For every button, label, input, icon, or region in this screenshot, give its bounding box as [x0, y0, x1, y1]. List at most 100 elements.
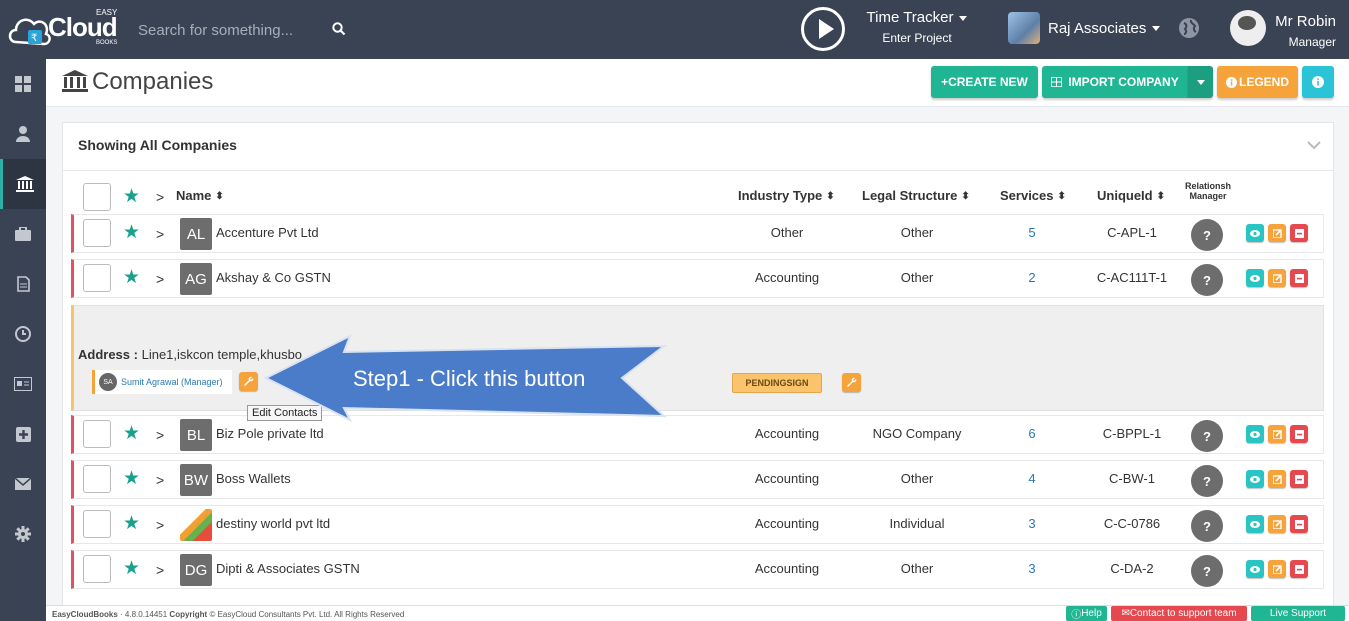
row-checkbox[interactable] — [83, 555, 111, 583]
delete-button[interactable] — [1290, 560, 1308, 578]
row-checkbox[interactable] — [83, 219, 111, 247]
live-support-button[interactable]: Live Support — [1251, 606, 1345, 621]
time-tracker[interactable]: Time Tracker Enter Project — [862, 9, 972, 45]
sidebar-item-billing[interactable] — [0, 359, 46, 409]
services-count[interactable]: 6 — [1002, 426, 1062, 441]
relationship-manager-avatar[interactable]: ? — [1191, 555, 1223, 587]
star-icon[interactable]: ★ — [123, 422, 140, 445]
app-logo[interactable]: ₹ Cloud EASY BOOKS — [8, 4, 126, 54]
search-input[interactable] — [128, 14, 328, 46]
contact-name[interactable]: Sumit Agrawal (Manager) — [121, 377, 223, 387]
sidebar-item-services[interactable] — [0, 209, 46, 259]
edit-button[interactable] — [1268, 224, 1286, 242]
edit-button[interactable] — [1268, 515, 1286, 533]
company-name[interactable]: Boss Wallets — [216, 471, 291, 486]
chevron-right-icon[interactable]: > — [156, 517, 164, 533]
column-header-services[interactable]: Services ⬍ — [1000, 188, 1066, 203]
organization-switcher[interactable]: Raj Associates — [1008, 12, 1161, 44]
panel-header[interactable]: Showing All Companies — [63, 123, 1333, 171]
edit-status-button[interactable] — [842, 373, 861, 392]
delete-button[interactable] — [1290, 224, 1308, 242]
edit-button[interactable] — [1268, 560, 1286, 578]
chevron-right-icon[interactable]: > — [156, 472, 164, 488]
contact-support-button[interactable]: ✉ Contact to support team — [1111, 606, 1247, 621]
view-button[interactable] — [1246, 470, 1264, 488]
import-company-button[interactable]: IMPORT COMPANY — [1042, 66, 1188, 98]
chevron-down-icon — [1196, 79, 1205, 85]
create-new-button[interactable]: +CREATE NEW — [931, 66, 1038, 98]
view-button[interactable] — [1246, 224, 1264, 242]
company-name[interactable]: Biz Pole private ltd — [216, 426, 324, 441]
chevron-right-icon[interactable]: > — [156, 427, 164, 443]
select-all-checkbox[interactable] — [83, 183, 111, 211]
page-title: Companies — [92, 68, 214, 95]
chevron-right-icon[interactable]: > — [156, 271, 164, 287]
column-header-industry[interactable]: Industry Type ⬍ — [738, 188, 835, 203]
relationship-manager-avatar[interactable]: ? — [1191, 420, 1223, 452]
chevron-down-icon[interactable] — [1307, 141, 1321, 150]
company-name[interactable]: Accenture Pvt Ltd — [216, 225, 319, 240]
services-count[interactable]: 5 — [1002, 225, 1062, 240]
company-name[interactable]: destiny world pvt ltd — [216, 516, 330, 531]
sidebar-item-time[interactable] — [0, 309, 46, 359]
edit-button[interactable] — [1268, 470, 1286, 488]
contact-chip[interactable]: SA Sumit Agrawal (Manager) — [92, 370, 232, 394]
company-name[interactable]: Akshay & Co GSTN — [216, 270, 331, 285]
relationship-manager-avatar[interactable]: ? — [1191, 264, 1223, 296]
view-button[interactable] — [1246, 269, 1264, 287]
view-button[interactable] — [1246, 515, 1264, 533]
sidebar-item-settings[interactable] — [0, 509, 46, 559]
star-icon[interactable]: ★ — [123, 557, 140, 580]
view-button[interactable] — [1246, 425, 1264, 443]
view-button[interactable] — [1246, 560, 1264, 578]
column-header-uniqueid[interactable]: UniqueId ⬍ — [1097, 188, 1165, 203]
row-checkbox[interactable] — [83, 420, 111, 448]
sidebar-item-companies[interactable] — [0, 159, 46, 209]
time-tracker-play-button[interactable] — [801, 7, 845, 51]
sidebar-item-dashboard[interactable] — [0, 59, 46, 109]
relationship-manager-avatar[interactable]: ? — [1191, 219, 1223, 251]
relationship-manager-avatar[interactable]: ? — [1191, 510, 1223, 542]
sidebar-item-users[interactable] — [0, 109, 46, 159]
search-icon[interactable] — [332, 22, 346, 36]
globe-icon[interactable] — [1178, 17, 1200, 39]
company-name[interactable]: Dipti & Associates GSTN — [216, 561, 360, 576]
star-icon[interactable]: ★ — [123, 221, 140, 244]
edit-button[interactable] — [1268, 269, 1286, 287]
row-checkbox[interactable] — [83, 510, 111, 538]
sidebar-item-add[interactable] — [0, 409, 46, 459]
chevron-right-icon[interactable]: > — [156, 189, 164, 205]
info-button[interactable] — [1302, 66, 1334, 98]
delete-button[interactable] — [1290, 515, 1308, 533]
chevron-right-icon[interactable]: > — [156, 562, 164, 578]
edit-contacts-button[interactable] — [239, 372, 258, 391]
delete-button[interactable] — [1290, 269, 1308, 287]
star-icon[interactable]: ★ — [123, 512, 140, 535]
column-header-relationship-manager[interactable]: Relationsh Manager — [1182, 181, 1234, 201]
user-name[interactable]: Mr Robin — [1270, 13, 1336, 30]
row-checkbox[interactable] — [83, 264, 111, 292]
star-icon[interactable]: ★ — [123, 467, 140, 490]
services-count[interactable]: 3 — [1002, 561, 1062, 576]
services-count[interactable]: 2 — [1002, 270, 1062, 285]
relationship-manager-avatar[interactable]: ? — [1191, 465, 1223, 497]
sidebar-item-documents[interactable] — [0, 259, 46, 309]
star-icon[interactable]: ★ — [123, 185, 140, 208]
legend-button[interactable]: LEGEND — [1217, 66, 1298, 98]
user-avatar[interactable] — [1230, 10, 1266, 46]
services-count[interactable]: 4 — [1002, 471, 1062, 486]
services-count[interactable]: 3 — [1002, 516, 1062, 531]
chevron-right-icon[interactable]: > — [156, 226, 164, 242]
star-icon[interactable]: ★ — [123, 266, 140, 289]
delete-button[interactable] — [1290, 470, 1308, 488]
company-avatar: AL — [180, 218, 212, 250]
import-dropdown-toggle[interactable] — [1188, 66, 1213, 98]
column-header-legal[interactable]: Legal Structure ⬍ — [862, 188, 970, 203]
row-checkbox[interactable] — [83, 465, 111, 493]
unique-id: C-AC111T-1 — [1096, 270, 1168, 285]
sidebar-item-messages[interactable] — [0, 459, 46, 509]
column-header-name[interactable]: Name ⬍ — [176, 188, 224, 203]
edit-button[interactable] — [1268, 425, 1286, 443]
delete-button[interactable] — [1290, 425, 1308, 443]
help-button[interactable]: ⓘ Help — [1066, 606, 1107, 621]
